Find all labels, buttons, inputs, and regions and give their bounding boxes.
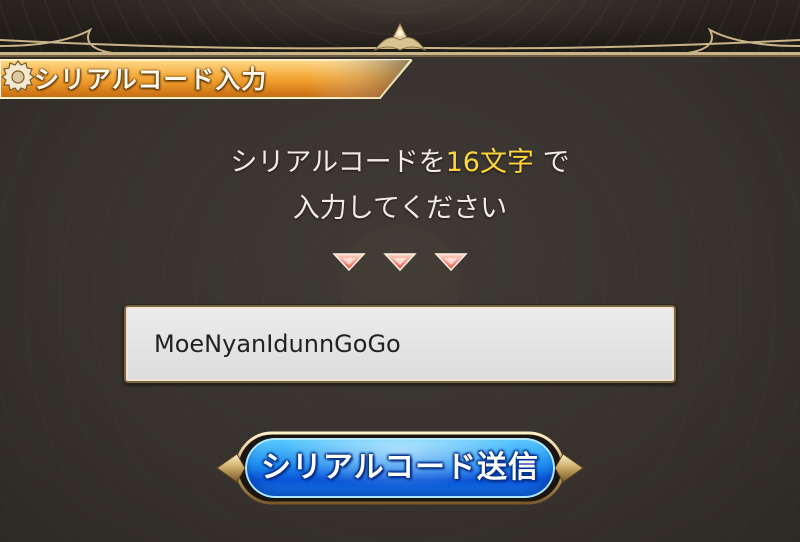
submit-serial-code-button[interactable]: シリアルコード送信 bbox=[245, 438, 555, 498]
page-title: シリアルコード入力 bbox=[34, 65, 268, 94]
chevron-down-icon bbox=[332, 253, 366, 272]
chevron-down-icon bbox=[434, 253, 468, 272]
serial-code-input[interactable] bbox=[124, 305, 676, 383]
gear-icon bbox=[1, 60, 35, 93]
instruction-line-2: 入力してください bbox=[292, 193, 508, 224]
chevron-down-icon bbox=[383, 253, 417, 272]
instruction-line-1: シリアルコードを16文字 で bbox=[0, 140, 800, 186]
instruction-text-part: シリアルコードを bbox=[230, 147, 446, 178]
instruction-text-part: で bbox=[533, 147, 570, 178]
submit-button-wrapper: シリアルコード送信 bbox=[215, 430, 585, 506]
down-arrows-indicator bbox=[332, 253, 468, 272]
character-count-highlight: 16文字 bbox=[445, 147, 534, 178]
top-ornament-strip bbox=[0, 0, 800, 60]
submit-button-label: シリアルコード送信 bbox=[260, 451, 540, 484]
instruction-text: シリアルコードを16文字 で 入力してください bbox=[0, 140, 800, 232]
header-tab: シリアルコード入力 bbox=[0, 58, 420, 102]
